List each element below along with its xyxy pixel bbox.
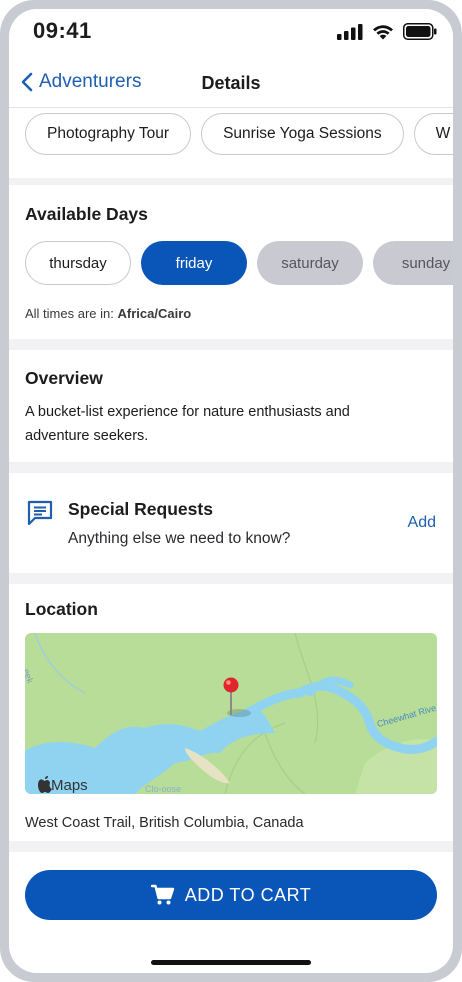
battery-icon xyxy=(403,23,437,40)
cellular-signal-icon xyxy=(337,23,363,40)
activity-chip[interactable]: W xyxy=(413,113,453,155)
timezone-value: Africa/Cairo xyxy=(117,306,192,321)
phone-frame: 09:41 Adventurers Details Photography To… xyxy=(0,0,462,982)
home-indicator xyxy=(151,960,311,965)
day-option-thursday[interactable]: thursday xyxy=(25,241,131,285)
status-bar: 09:41 xyxy=(9,9,453,59)
location-pin-icon xyxy=(223,677,239,693)
message-icon xyxy=(27,500,53,526)
timezone-prefix: All times are in: xyxy=(25,306,114,321)
cart-icon xyxy=(150,884,174,905)
overview-card: Overview A bucket-list experience for na… xyxy=(9,350,453,462)
navigation-bar: Adventurers Details xyxy=(9,59,453,108)
activity-chips-section: Photography Tour Sunrise Yoga Sessions W xyxy=(9,108,453,178)
overview-text: A bucket-list experience for nature enth… xyxy=(25,404,350,444)
add-to-cart-label: ADD TO CART xyxy=(184,884,312,905)
activity-chip[interactable]: Photography Tour xyxy=(25,113,192,155)
special-requests-heading: Special Requests xyxy=(68,499,213,519)
status-icons xyxy=(337,23,437,40)
day-option-friday[interactable]: friday xyxy=(141,241,247,285)
day-option-sunday: sunday xyxy=(373,241,453,285)
timezone-note: All times are in: Africa/Cairo xyxy=(25,306,191,321)
location-heading: Location xyxy=(25,599,98,619)
available-days-heading: Available Days xyxy=(25,204,148,224)
screen: 09:41 Adventurers Details Photography To… xyxy=(9,9,453,973)
map-label-town: Clo-oose xyxy=(145,784,182,794)
map-graphic xyxy=(25,633,437,794)
wifi-icon xyxy=(373,25,393,40)
activity-chips: Photography Tour Sunrise Yoga Sessions W xyxy=(25,113,453,155)
day-option-saturday: saturday xyxy=(257,241,363,285)
special-requests-subtitle: Anything else we need to know? xyxy=(68,530,291,547)
location-card: Location Maps Cheewhat Rive Clo-oose eek… xyxy=(9,584,453,841)
activity-chip[interactable]: Sunrise Yoga Sessions xyxy=(201,113,404,155)
add-to-cart-button[interactable]: ADD TO CART xyxy=(25,870,437,920)
overview-heading: Overview xyxy=(25,368,103,388)
available-days-card: Available Days thursday friday saturday … xyxy=(9,185,453,339)
page-title: Details xyxy=(201,73,261,93)
day-selector: thursday friday saturday sunday xyxy=(25,241,453,285)
location-map[interactable]: Maps Cheewhat Rive Clo-oose eek xyxy=(25,633,437,794)
location-address: West Coast Trail, British Columbia, Cana… xyxy=(25,815,304,831)
add-special-request-button[interactable]: Add xyxy=(408,514,436,532)
special-requests-card: Special Requests Anything else we need t… xyxy=(9,473,453,573)
status-time: 09:41 xyxy=(33,18,92,43)
map-attribution: Maps xyxy=(51,777,88,794)
